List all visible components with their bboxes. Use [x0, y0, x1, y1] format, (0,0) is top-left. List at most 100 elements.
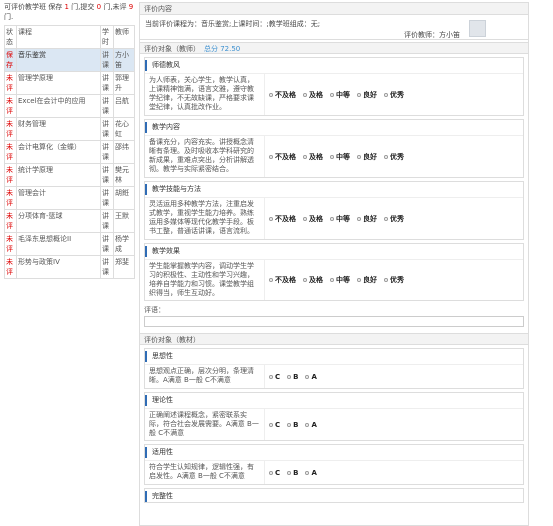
comment-label: 评语：: [144, 306, 165, 314]
table-row[interactable]: 未评 统计学原理 讲课 樊元林: [4, 163, 135, 187]
radio-icon[interactable]: [357, 216, 361, 221]
row-hours: 讲课: [100, 209, 114, 233]
rating-option[interactable]: 不及格: [269, 263, 296, 297]
row-status: 未评: [4, 232, 17, 256]
rating-options: 不及格 及格 中等 良好 优秀: [265, 198, 408, 239]
row-status: 未评: [4, 163, 17, 187]
rating-option[interactable]: 优秀: [384, 201, 404, 236]
rating-option[interactable]: 良好: [357, 201, 377, 236]
radio-icon[interactable]: [269, 422, 273, 427]
rating-option[interactable]: 不及格: [269, 201, 296, 236]
rating-option[interactable]: 优秀: [384, 263, 404, 297]
comment-input[interactable]: [144, 316, 524, 327]
table-row[interactable]: 未评 会计电算化（金蝶） 讲课 邵纬: [4, 140, 135, 164]
radio-icon[interactable]: [269, 278, 273, 282]
radio-icon[interactable]: [305, 422, 310, 427]
radio-icon[interactable]: [330, 278, 334, 282]
radio-icon[interactable]: [303, 92, 307, 97]
rating-option[interactable]: 及格: [303, 77, 323, 112]
radio-icon[interactable]: [357, 154, 361, 159]
summary-suffix: 门.: [4, 13, 14, 21]
criterion-card: 师德教风 为人师表，关心学生，教学认真，上课精神饱满，语言文雅，遵守教学纪律，不无…: [144, 57, 524, 116]
rating-options: 不及格 及格 中等 良好 优秀: [265, 74, 408, 115]
rating-option[interactable]: 良好: [357, 139, 377, 174]
radio-icon[interactable]: [384, 278, 388, 282]
rating-option[interactable]: B: [287, 412, 298, 437]
row-course[interactable]: 形势与政策IV: [16, 255, 101, 279]
radio-icon[interactable]: [330, 216, 334, 221]
rating-option[interactable]: 优秀: [384, 139, 404, 174]
rating-option[interactable]: 不及格: [269, 77, 296, 112]
row-course[interactable]: Excel在会计中的应用: [16, 94, 101, 118]
rating-option[interactable]: A: [305, 368, 317, 385]
rating-option[interactable]: 中等: [330, 139, 350, 174]
material-section-header: 评价对象（教材）: [140, 333, 528, 345]
rating-option[interactable]: 及格: [303, 263, 323, 297]
row-course[interactable]: 会计电算化（金蝶）: [16, 140, 101, 164]
row-course[interactable]: 财务管理: [16, 117, 101, 141]
row-course[interactable]: 管理学原理: [16, 71, 101, 95]
rating-option[interactable]: C: [269, 464, 280, 481]
radio-icon[interactable]: [269, 216, 273, 221]
row-course[interactable]: 音乐鉴赏: [16, 48, 101, 72]
table-row[interactable]: 保存 音乐鉴赏 讲课 方小笛: [4, 48, 135, 72]
rating-option[interactable]: C: [269, 368, 280, 385]
radio-icon[interactable]: [269, 92, 273, 97]
panel-title: 评价内容: [140, 3, 528, 15]
radio-icon[interactable]: [305, 470, 310, 475]
rating-option[interactable]: 中等: [330, 77, 350, 112]
header-course: 课程: [16, 25, 101, 49]
row-course[interactable]: 管理会计: [16, 186, 101, 210]
rating-option[interactable]: A: [305, 412, 317, 437]
table-row[interactable]: 未评 分项体育-篮球 讲课 王默: [4, 209, 135, 233]
criterion-card: 教学效果 学生能掌握教学内容，调动学生学习的积极性、主动性和学习兴趣，培养自学能力…: [144, 243, 524, 301]
radio-icon[interactable]: [330, 154, 334, 159]
row-course[interactable]: 毛泽东思想概论II: [16, 232, 101, 256]
rating-option[interactable]: 中等: [330, 263, 350, 297]
rating-option[interactable]: 优秀: [384, 77, 404, 112]
rating-options: CBA: [265, 461, 321, 484]
table-row[interactable]: 未评 Excel在会计中的应用 讲课 吕航: [4, 94, 135, 118]
rating-option[interactable]: 中等: [330, 201, 350, 236]
rating-option[interactable]: 及格: [303, 201, 323, 236]
rating-option[interactable]: C: [269, 412, 280, 437]
radio-icon[interactable]: [384, 216, 388, 221]
radio-icon[interactable]: [287, 470, 292, 475]
radio-icon[interactable]: [357, 92, 361, 97]
radio-icon[interactable]: [303, 154, 307, 159]
rating-option[interactable]: 良好: [357, 263, 377, 297]
table-row[interactable]: 未评 财务管理 讲课 花心虹: [4, 117, 135, 141]
rating-option[interactable]: A: [305, 464, 317, 481]
radio-icon[interactable]: [357, 278, 361, 282]
radio-icon[interactable]: [303, 278, 307, 282]
criterion-title: 教学效果: [145, 246, 523, 257]
rating-option[interactable]: 不及格: [269, 139, 296, 174]
radio-icon[interactable]: [269, 470, 273, 475]
table-row[interactable]: 未评 毛泽东思想概论II 讲课 杨学成: [4, 232, 135, 256]
radio-icon[interactable]: [384, 92, 388, 97]
row-hours: 讲课: [100, 94, 114, 118]
radio-icon[interactable]: [330, 92, 334, 97]
row-course[interactable]: 分项体育-篮球: [16, 209, 101, 233]
table-row[interactable]: 未评 管理学原理 讲课 郭理升: [4, 71, 135, 95]
radio-icon[interactable]: [269, 374, 273, 379]
radio-icon[interactable]: [384, 154, 388, 159]
radio-icon[interactable]: [287, 422, 292, 427]
rating-option[interactable]: B: [287, 464, 298, 481]
radio-icon[interactable]: [303, 216, 307, 221]
table-row[interactable]: 未评 管理会计 讲课 胡銋: [4, 186, 135, 210]
row-teacher: 邵纬: [113, 140, 135, 164]
row-course[interactable]: 统计学原理: [16, 163, 101, 187]
table-row[interactable]: 未评 形势与政策IV 讲课 郑斐: [4, 255, 135, 279]
rating-option[interactable]: B: [287, 368, 298, 385]
radio-icon[interactable]: [305, 374, 310, 379]
radio-icon[interactable]: [287, 374, 292, 379]
rating-option[interactable]: 及格: [303, 139, 323, 174]
teacher-line: 评价教师：方小笛: [404, 31, 460, 39]
rating-option-label: 及格: [309, 90, 323, 99]
radio-icon[interactable]: [269, 154, 273, 159]
rating-option[interactable]: 良好: [357, 77, 377, 112]
rating-option-label: 不及格: [275, 90, 296, 99]
rating-option-label: 优秀: [390, 214, 404, 223]
row-hours: 讲课: [100, 140, 114, 164]
